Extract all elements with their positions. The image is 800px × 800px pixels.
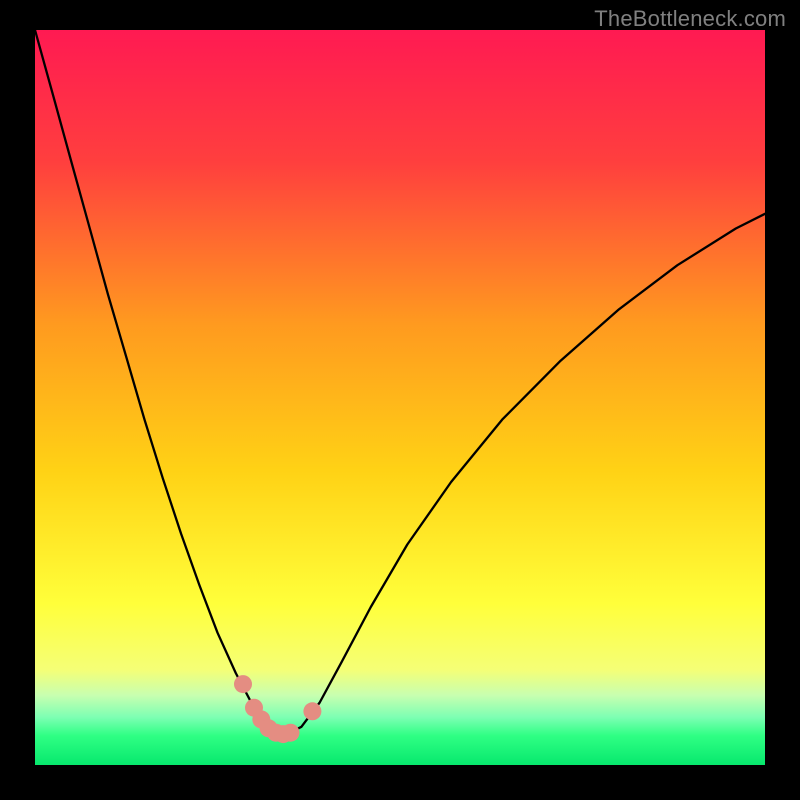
highlight-dot xyxy=(234,675,252,693)
bottleneck-chart xyxy=(0,0,800,800)
plot-background xyxy=(35,30,765,765)
watermark-label: TheBottleneck.com xyxy=(594,6,786,32)
highlight-dot xyxy=(303,702,321,720)
chart-stage: TheBottleneck.com xyxy=(0,0,800,800)
highlight-dot xyxy=(282,724,300,742)
